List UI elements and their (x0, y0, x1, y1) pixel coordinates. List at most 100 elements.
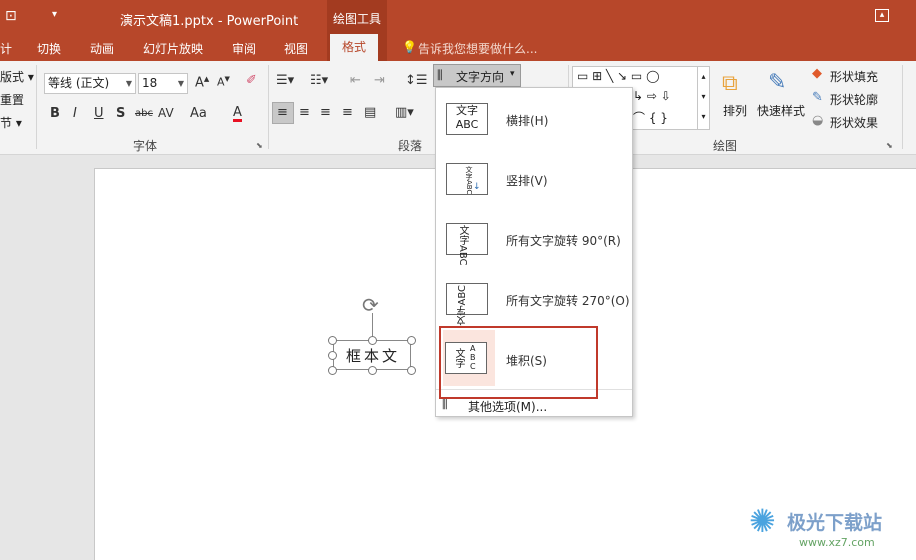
tab-format[interactable]: 格式 (330, 34, 379, 61)
distributed-icon[interactable]: ▤ (364, 105, 376, 120)
menu-item-label: 所有文字旋转 270°(O) (506, 294, 630, 308)
tab-animations[interactable]: 动画 (90, 40, 114, 57)
change-case-button[interactable]: Aa (190, 106, 207, 121)
font-name-combo[interactable]: 等线 (正文) ▼ (44, 73, 136, 94)
shape-fill-button[interactable]: 形状填充 (830, 68, 878, 85)
shape-effects-icon[interactable]: ◒ (812, 113, 823, 128)
rotate-handle-icon[interactable]: ⟳ (362, 293, 379, 317)
separator (268, 65, 269, 149)
italic-button[interactable]: I (73, 106, 77, 121)
dialog-launcher-icon[interactable]: ⬊ (256, 141, 263, 150)
arrange-icon[interactable]: ⧉ (722, 71, 738, 96)
tab-transitions[interactable]: 切换 (37, 40, 61, 57)
resize-handle[interactable] (368, 366, 377, 375)
window-title: 演示文稿1.pptx - PowerPoint (120, 14, 299, 29)
resize-handle[interactable] (328, 366, 337, 375)
resize-handle[interactable] (368, 336, 377, 345)
underline-button[interactable]: U (94, 106, 104, 121)
tab-review[interactable]: 审阅 (232, 40, 256, 57)
menu-item-vertical[interactable]: 文字ABC ↓ 竖排(V) (436, 148, 632, 208)
grow-font-icon[interactable]: A▲ (195, 75, 209, 90)
title-bar: ⊡ ▾ 演示文稿1.pptx - PowerPoint ▴ (0, 0, 916, 34)
font-size-value: 18 (142, 76, 158, 90)
resize-handle[interactable] (407, 366, 416, 375)
bullets-icon[interactable]: ☰▾ (276, 73, 294, 88)
columns-icon[interactable]: ▥▾ (395, 105, 414, 120)
paragraph-group-label: 段落 (398, 139, 423, 153)
shape-outline-button[interactable]: 形状轮廓 (830, 91, 878, 108)
icon-text-bottom: ABC (455, 118, 479, 131)
text-direction-icon: ⫼ (442, 397, 448, 411)
bold-button[interactable]: B (50, 106, 60, 121)
quick-access-dropdown-icon[interactable]: ▾ (52, 9, 57, 20)
reset-button[interactable]: 重置 (0, 91, 24, 108)
text-direction-label: 文字方向 (456, 70, 505, 84)
more-options-link[interactable]: 其他选项(M)... (468, 398, 547, 415)
watermark-brand: 极光下载站 (787, 512, 883, 534)
menu-item-rotate-270[interactable]: 文字ABC 所有文字旋转 270°(O) (436, 268, 632, 328)
shape-fill-icon[interactable]: ◆ (812, 66, 822, 81)
tell-me-input[interactable]: 告诉我您想要做什么... (418, 40, 537, 57)
view-icon[interactable]: ⊡ (5, 8, 17, 24)
chevron-down-icon: ▾ (510, 69, 515, 79)
watermark-url: www.xz7.com (799, 536, 875, 549)
justify-icon[interactable]: ≡ (342, 105, 353, 120)
clear-formatting-icon[interactable]: ✐ (246, 73, 257, 88)
restore-icon[interactable]: ▴ (875, 9, 889, 22)
align-left-icon: ≡ (277, 105, 288, 120)
separator (36, 65, 37, 149)
layout-button[interactable]: 版式 ▾ (0, 68, 34, 85)
rotate-270-text-icon: 文字ABC (446, 283, 488, 326)
gallery-scroll[interactable]: ▴ ▾ ▾ (697, 66, 710, 130)
resize-handle[interactable] (328, 351, 337, 360)
tab-view[interactable]: 视图 (284, 40, 308, 57)
dialog-launcher-icon[interactable]: ⬊ (886, 141, 893, 150)
arrange-label[interactable]: 排列 (723, 102, 747, 119)
watermark: ✺ 极光下载站 www.xz7.com (745, 500, 916, 560)
tab-partial-left[interactable]: 计 (0, 40, 12, 57)
quick-styles-icon[interactable]: ✎ (768, 70, 786, 95)
increase-indent-icon[interactable]: ⇥ (374, 73, 385, 88)
character-spacing-button[interactable]: AV (158, 106, 174, 120)
lightbulb-icon: 💡 (402, 40, 417, 54)
menu-item-label: 竖排(V) (506, 174, 548, 188)
chevron-down-icon: ▼ (177, 79, 184, 88)
menu-item-label: 横排(H) (506, 114, 549, 128)
text-direction-button[interactable]: ⫼ 文字方向 ▾ (433, 64, 521, 87)
font-size-combo[interactable]: 18 ▼ (138, 73, 188, 94)
decrease-indent-icon[interactable]: ⇤ (350, 73, 361, 88)
shape-outline-icon[interactable]: ✎ (812, 90, 823, 105)
rotate-90-text-icon: 文字ABC (446, 223, 488, 266)
resize-handle[interactable] (407, 336, 416, 345)
annotation-highlight-box (439, 326, 598, 399)
tab-slideshow[interactable]: 幻灯片放映 (143, 40, 203, 57)
menu-item-label: 所有文字旋转 90°(R) (506, 234, 621, 248)
resize-handle[interactable] (328, 336, 337, 345)
menu-item-horizontal[interactable]: 文字 ABC 横排(H) (436, 88, 632, 148)
align-right-icon[interactable]: ≡ (320, 105, 331, 120)
watermark-logo-icon: ✺ (749, 502, 776, 540)
shape-textbox-icon[interactable]: ▭ ⊞ ╲ ↘ ▭ ◯ (577, 69, 660, 83)
shape-effects-button[interactable]: 形状效果 (830, 114, 878, 131)
shadow-button[interactable]: S (116, 106, 125, 121)
font-group-label: 字体 (133, 139, 158, 153)
strikethrough-button[interactable]: abc (135, 108, 153, 119)
numbering-icon[interactable]: ☷▾ (310, 73, 328, 88)
icon-text-top: 文字 (456, 104, 478, 117)
drawing-group-label: 绘图 (713, 139, 738, 153)
separator (902, 65, 903, 149)
vertical-text-icon: 文字ABC ↓ (446, 163, 488, 195)
shrink-font-icon[interactable]: A▼ (217, 75, 230, 89)
horizontal-text-icon: 文字 ABC (446, 103, 488, 135)
section-button[interactable]: 节 ▾ (0, 114, 22, 131)
font-name-value: 等线 (正文) (48, 76, 110, 90)
menu-item-rotate-90[interactable]: 文字ABC 所有文字旋转 90°(R) (436, 208, 632, 268)
font-color-button[interactable]: A (233, 106, 242, 122)
text-direction-icon: ⫼ (437, 68, 443, 82)
shape-arrows-icon[interactable]: ↳ ⇨ ⇩ (633, 89, 671, 103)
shape-braces-icon[interactable]: ⌒ { } (633, 109, 668, 126)
line-spacing-icon[interactable]: ↕☰ (405, 73, 428, 88)
quick-styles-label[interactable]: 快速样式 (757, 102, 805, 119)
context-group-label: 绘图工具 (333, 12, 382, 26)
align-center-icon[interactable]: ≡ (299, 105, 310, 120)
